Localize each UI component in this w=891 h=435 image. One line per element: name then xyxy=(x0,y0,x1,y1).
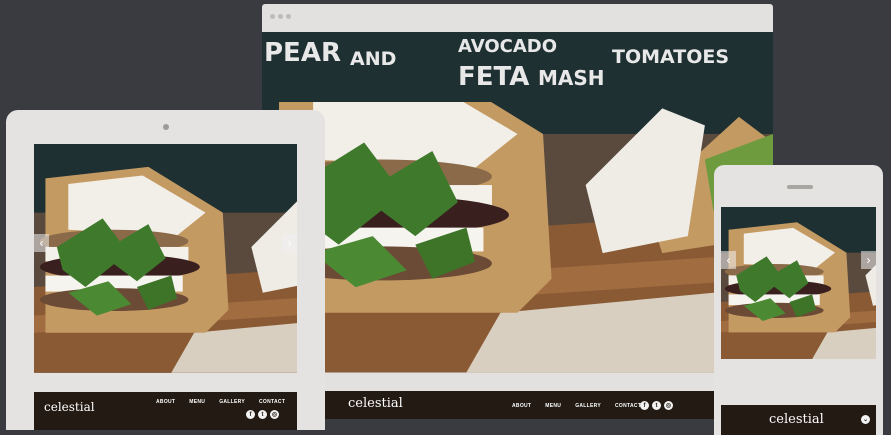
window-dot-icon xyxy=(278,14,283,19)
desktop-browser-mockup: PEAR AND AVOCADO FETA MASH TOMATOES cele… xyxy=(262,4,773,419)
nav-about-link[interactable]: ABOUT xyxy=(156,399,175,405)
main-nav: ABOUT MENU GALLERY CONTACT xyxy=(156,399,285,405)
menu-toggle-icon[interactable]: ⌄ xyxy=(861,415,870,424)
window-dot-icon xyxy=(286,14,291,19)
browser-screen: PEAR AND AVOCADO FETA MASH TOMATOES cele… xyxy=(262,32,773,419)
social-links: f t ◎ xyxy=(246,410,279,419)
chalk-text: AND xyxy=(350,48,397,70)
hero-image xyxy=(34,144,297,373)
chalk-text: FETA xyxy=(458,62,530,92)
window-controls xyxy=(270,14,291,19)
instagram-icon[interactable]: ◎ xyxy=(270,410,279,419)
window-dot-icon xyxy=(270,14,275,19)
site-footer-bar: celestial ⌄ xyxy=(721,405,876,435)
phone-screen: ‹ › celestial ⌄ xyxy=(721,207,876,435)
slider-next-button[interactable]: › xyxy=(282,234,297,252)
brand-logo[interactable]: celestial xyxy=(44,400,95,414)
slider-prev-button[interactable]: ‹ xyxy=(721,251,736,269)
nav-contact-link[interactable]: CONTACT xyxy=(259,399,285,405)
chalk-text: MASH xyxy=(538,66,605,90)
social-links: f t ◎ xyxy=(640,401,673,410)
site-footer-bar: celestial ABOUT MENU GALLERY CONTACT f t… xyxy=(34,392,297,430)
tablet-mockup: ‹ › celestial ABOUT MENU GALLERY CONTACT… xyxy=(6,110,325,430)
brand-logo[interactable]: celestial xyxy=(348,396,403,411)
chalk-text: PEAR xyxy=(264,38,341,68)
nav-menu-link[interactable]: MENU xyxy=(545,403,561,409)
slider-prev-button[interactable]: ‹ xyxy=(34,234,49,252)
phone-mockup: ‹ › celestial ⌄ xyxy=(714,165,883,435)
nav-gallery-link[interactable]: GALLERY xyxy=(219,399,245,405)
nav-about-link[interactable]: ABOUT xyxy=(512,403,531,409)
facebook-icon[interactable]: f xyxy=(640,401,649,410)
main-nav: ABOUT MENU GALLERY CONTACT xyxy=(512,403,641,409)
camera-icon xyxy=(163,124,169,130)
facebook-icon[interactable]: f xyxy=(246,410,255,419)
instagram-icon[interactable]: ◎ xyxy=(664,401,673,410)
nav-contact-link[interactable]: CONTACT xyxy=(615,403,641,409)
chalk-text: AVOCADO xyxy=(458,36,558,57)
twitter-icon[interactable]: t xyxy=(652,401,661,410)
speaker-icon xyxy=(787,185,813,189)
nav-gallery-link[interactable]: GALLERY xyxy=(575,403,601,409)
twitter-icon[interactable]: t xyxy=(258,410,267,419)
site-footer-bar: celestial ABOUT MENU GALLERY CONTACT f t… xyxy=(262,391,773,419)
nav-menu-link[interactable]: MENU xyxy=(189,399,205,405)
hero-image xyxy=(721,207,876,359)
chalk-text: TOMATOES xyxy=(612,46,730,68)
tablet-screen: ‹ › celestial ABOUT MENU GALLERY CONTACT… xyxy=(34,144,297,430)
chalkboard: PEAR AND AVOCADO FETA MASH TOMATOES xyxy=(262,32,773,102)
brand-logo[interactable]: celestial xyxy=(769,412,824,427)
slider-next-button[interactable]: › xyxy=(861,251,876,269)
